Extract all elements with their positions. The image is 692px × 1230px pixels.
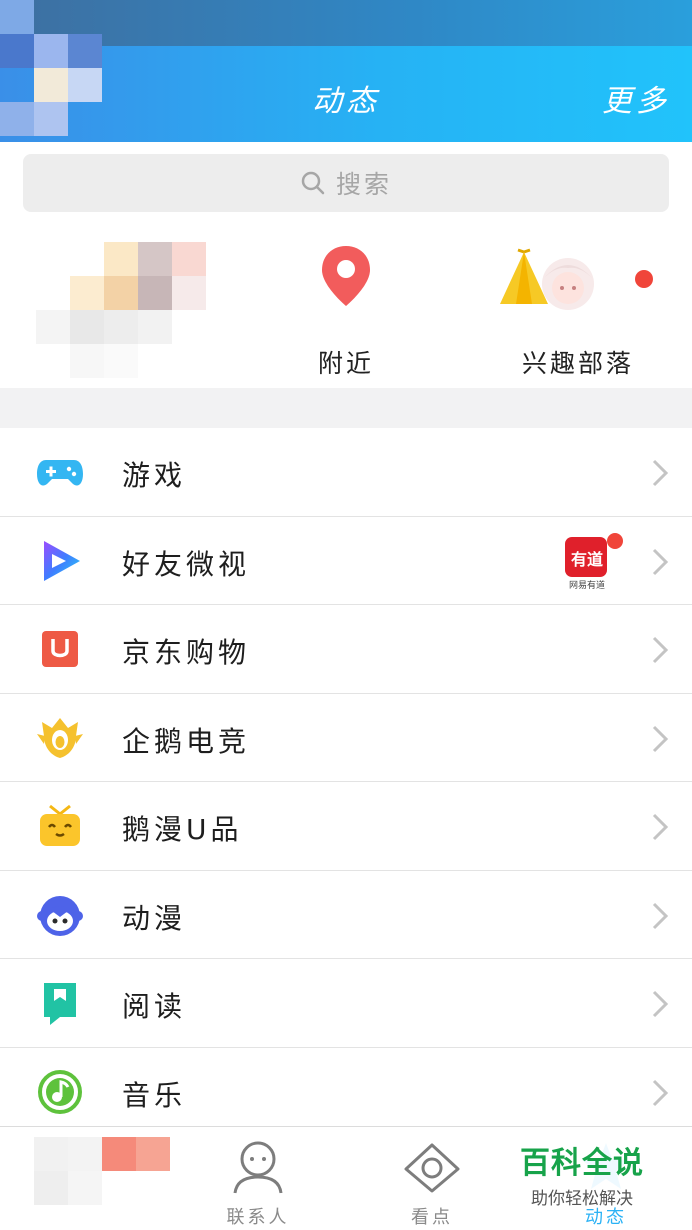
list-item-label: 动漫 bbox=[122, 901, 187, 935]
tent-icon bbox=[500, 248, 594, 310]
avatar[interactable] bbox=[0, 0, 140, 142]
blurred-entry[interactable] bbox=[36, 242, 236, 402]
list-item-label: 鹅漫U品 bbox=[122, 813, 243, 846]
feature-list: 游戏 好友微视 有道 网易有道 京东购物 企鹅电竞 鹅漫U品 动漫 阅读 音乐 bbox=[0, 428, 692, 1136]
search-input[interactable]: 搜索 bbox=[23, 154, 669, 212]
badge-app-label: 有道 bbox=[570, 549, 603, 569]
watermark-logo: 百科全说 助你轻松解决 bbox=[497, 1128, 667, 1209]
search-area: 搜索 bbox=[0, 142, 692, 222]
eye-icon bbox=[404, 1143, 460, 1193]
chevron-right-icon bbox=[652, 1079, 669, 1106]
quick-entries: 附近 兴趣部落 bbox=[0, 222, 692, 402]
list-item-penguin-esports[interactable]: 企鹅电竞 bbox=[0, 693, 692, 782]
list-item-reading[interactable]: 阅读 bbox=[0, 959, 692, 1048]
anime-face-icon bbox=[37, 895, 83, 936]
youdao-app-badge: 有道 网易有道 bbox=[563, 532, 623, 591]
weishi-play-icon bbox=[44, 540, 80, 581]
chevron-right-icon bbox=[652, 459, 669, 487]
chevron-right-icon bbox=[652, 548, 669, 575]
section-divider bbox=[0, 388, 692, 428]
list-item-anime[interactable]: 动漫 bbox=[0, 870, 692, 959]
watermark-subtitle: 助你轻松解决 bbox=[531, 1189, 633, 1209]
tab-contacts[interactable]: 联系人 bbox=[198, 1137, 318, 1228]
list-item-label: 阅读 bbox=[122, 990, 187, 1023]
contacts-icon bbox=[233, 1141, 283, 1194]
title-bar: 动态 更多 bbox=[0, 0, 692, 142]
list-item-music[interactable]: 音乐 bbox=[0, 1047, 692, 1136]
location-pin-icon bbox=[322, 246, 370, 306]
gift-box-icon bbox=[40, 804, 80, 846]
quick-entry-nearby[interactable]: 附近 bbox=[256, 244, 436, 384]
quick-entry-label: 附近 bbox=[317, 349, 374, 378]
music-note-icon bbox=[38, 1069, 82, 1114]
tab-watch[interactable]: 看点 bbox=[372, 1137, 492, 1228]
watermark-title: 百科全说 bbox=[520, 1146, 644, 1181]
chevron-right-icon bbox=[652, 813, 669, 841]
jd-shopping-icon bbox=[42, 631, 78, 667]
chevron-right-icon bbox=[652, 636, 669, 664]
list-item-label: 音乐 bbox=[122, 1078, 187, 1112]
page-title: 动态 bbox=[312, 84, 380, 119]
search-icon bbox=[301, 171, 325, 195]
notification-dot bbox=[635, 270, 653, 288]
list-item-label: 好友微视 bbox=[122, 547, 251, 581]
list-item-eman-upin[interactable]: 鹅漫U品 bbox=[0, 782, 692, 871]
list-item-label: 游戏 bbox=[122, 459, 187, 492]
search-placeholder: 搜索 bbox=[335, 170, 392, 199]
bookmark-icon bbox=[44, 983, 76, 1025]
penguin-esports-icon bbox=[37, 717, 83, 758]
list-item-friend-weishi[interactable]: 好友微视 有道 网易有道 bbox=[0, 516, 692, 605]
chevron-right-icon bbox=[652, 725, 669, 752]
chevron-right-icon bbox=[652, 902, 669, 929]
list-item-label: 企鹅电竞 bbox=[122, 724, 251, 758]
tab-label: 看点 bbox=[411, 1207, 453, 1228]
tab-messages-blurred[interactable] bbox=[34, 1137, 174, 1230]
notification-dot bbox=[607, 532, 623, 549]
chevron-right-icon bbox=[652, 990, 669, 1018]
list-item-label: 京东购物 bbox=[122, 636, 251, 669]
tab-label: 联系人 bbox=[226, 1207, 290, 1228]
quick-entry-label: 兴趣部落 bbox=[521, 349, 634, 378]
badge-app-caption: 网易有道 bbox=[568, 580, 605, 591]
gamepad-icon bbox=[37, 460, 83, 486]
more-button[interactable]: 更多 bbox=[602, 76, 670, 120]
list-item-jd-shopping[interactable]: 京东购物 bbox=[0, 605, 692, 694]
list-item-game[interactable]: 游戏 bbox=[0, 428, 692, 517]
quick-entry-interest-tribe[interactable]: 兴趣部落 bbox=[488, 244, 668, 384]
